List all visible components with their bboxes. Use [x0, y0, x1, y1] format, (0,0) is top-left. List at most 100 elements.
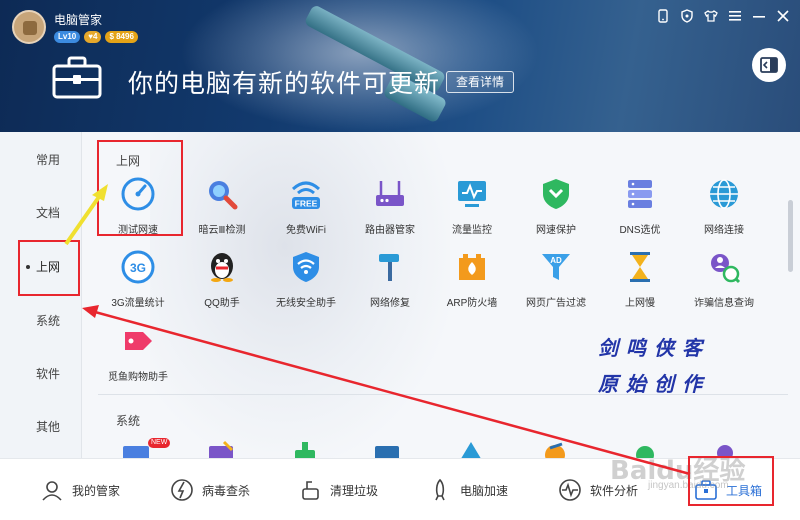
tool-label: 觅鱼购物助手: [108, 372, 168, 383]
tool-label: 暗云Ⅲ检测: [198, 225, 246, 236]
virus-scan-icon: [171, 479, 193, 501]
sidebar-toggle-button[interactable]: [752, 48, 786, 82]
highlight-box-toolbox: [688, 456, 774, 506]
server-icon: [628, 180, 652, 208]
hourglass-icon: [630, 252, 650, 282]
phone-icon[interactable]: [656, 8, 670, 24]
svg-text:AD: AD: [550, 256, 562, 265]
heart-badge[interactable]: ♥4: [84, 31, 102, 43]
magnifier-icon: [209, 181, 238, 210]
highlight-box-speed-test: [97, 140, 183, 236]
tool-label: 免费WiFi: [286, 225, 326, 236]
tool-ad-filter[interactable]: AD 网页广告过滤: [514, 250, 598, 314]
firewall-icon: [459, 254, 485, 280]
money-badge[interactable]: $ 8496: [105, 31, 138, 43]
close-icon[interactable]: [776, 8, 790, 24]
avatar-outline-icon: [42, 481, 62, 501]
system-tool-partial[interactable]: [206, 440, 236, 458]
tool-label: 流量监控: [452, 225, 492, 236]
scrollbar-thumb[interactable]: [788, 200, 793, 272]
signature-line-2: 原始创作: [598, 372, 710, 396]
view-details-button[interactable]: 查看详情: [446, 71, 515, 93]
broom-icon: [302, 481, 319, 500]
tool-network-repair[interactable]: 网络修复: [348, 250, 432, 314]
tool-label: 网速保护: [536, 225, 576, 236]
sidebar-item-other[interactable]: 其他: [0, 415, 82, 439]
sidebar-item-label: 系统: [36, 314, 61, 328]
tool-network-connection[interactable]: 网络连接: [682, 177, 766, 241]
wifi-shield-icon: [293, 252, 319, 282]
tool-traffic-monitor[interactable]: 流量监控: [430, 177, 514, 241]
rocket-icon: [435, 478, 445, 501]
tool-label: 无线安全助手: [276, 298, 336, 309]
app-title: 电脑管家: [54, 13, 103, 27]
nav-label: 清理垃圾: [330, 483, 379, 498]
tool-label: QQ助手: [204, 298, 240, 309]
ad-filter-icon: AD: [542, 254, 570, 280]
toolbox-icon: [52, 56, 102, 100]
tool-dark-cloud-check[interactable]: 暗云Ⅲ检测: [180, 177, 264, 241]
level-badge[interactable]: Lv10: [54, 31, 81, 43]
tool-3g-traffic[interactable]: 3G 3G流量统计: [96, 250, 180, 314]
system-tool-partial[interactable]: [456, 440, 486, 458]
user-avatar[interactable]: [12, 10, 46, 44]
header-banner: 电脑管家 Lv10 ♥4 $ 8496 你的电脑有新的软件可更新 查看详情: [0, 0, 800, 132]
free-wifi-icon: FREE: [291, 181, 321, 209]
nav-my-manager[interactable]: 我的管家: [40, 459, 120, 520]
nav-label: 电脑加速: [460, 483, 509, 498]
system-tool-partial[interactable]: NEW: [122, 438, 171, 458]
highlight-box-internet-category: [18, 240, 80, 296]
panel-collapse-icon: [760, 57, 778, 73]
tool-label: ARP防火墙: [446, 298, 498, 309]
sidebar-item-label: 软件: [36, 367, 61, 381]
system-tool-partial[interactable]: [290, 440, 320, 458]
tool-fraud-lookup[interactable]: 诈骗信息查询: [682, 250, 766, 314]
tool-arp-firewall[interactable]: ARP防火墙: [430, 250, 514, 314]
sidebar-item-software[interactable]: 软件: [0, 362, 82, 386]
tool-label: DNS选优: [619, 225, 661, 236]
signature-line-1: 剑鸣侠客: [598, 336, 710, 360]
skin-shirt-icon[interactable]: [704, 8, 718, 24]
nav-speed-up[interactable]: 电脑加速: [428, 459, 508, 520]
minimize-icon[interactable]: [752, 8, 766, 24]
svg-text:3G: 3G: [130, 261, 146, 275]
tool-label: 路由器管家: [365, 225, 415, 236]
section-divider: [98, 394, 788, 395]
fraud-search-icon: [711, 254, 741, 284]
globe-icon: [710, 179, 738, 209]
sidebar-item-common[interactable]: 常用: [0, 148, 82, 172]
update-headline: 你的电脑有新的软件可更新: [128, 70, 441, 98]
shield-icon: [543, 179, 569, 209]
shield-icon[interactable]: [680, 8, 694, 24]
tool-label: 网络连接: [704, 225, 744, 236]
nav-label: 我的管家: [72, 483, 121, 498]
user-badges: Lv10 ♥4 $ 8496: [54, 31, 138, 43]
router-icon: [376, 181, 404, 206]
tool-speed-protection[interactable]: 网速保护: [514, 177, 598, 241]
tool-shopping-assistant[interactable]: 觅鱼购物助手: [96, 324, 180, 388]
nav-virus-scan[interactable]: 病毒查杀: [170, 459, 250, 520]
tool-label: 网页广告过滤: [526, 298, 586, 309]
sidebar-item-label: 其他: [36, 420, 61, 434]
tool-router-manager[interactable]: 路由器管家: [348, 177, 432, 241]
nav-label: 病毒查杀: [202, 483, 251, 498]
monitor-icon: [458, 181, 486, 207]
svg-text:FREE: FREE: [295, 199, 318, 209]
system-tool-partial[interactable]: [540, 440, 570, 458]
qq-penguin-icon: [211, 253, 233, 282]
tool-wireless-security[interactable]: 无线安全助手: [264, 250, 348, 314]
tool-label: 网络修复: [370, 298, 410, 309]
sidebar-item-system[interactable]: 系统: [0, 309, 82, 333]
system-tool-partial[interactable]: [372, 440, 402, 458]
menu-icon[interactable]: [728, 8, 742, 24]
hammer-icon: [379, 254, 399, 281]
tool-label: 上网慢: [625, 298, 655, 309]
shopping-tag-icon: [125, 332, 152, 350]
tool-free-wifi[interactable]: FREE 免费WiFi: [264, 177, 348, 241]
nav-clean-junk[interactable]: 清理垃圾: [298, 459, 378, 520]
sidebar-item-documents[interactable]: 文档: [0, 201, 82, 225]
tool-dns-optimize[interactable]: DNS选优: [598, 177, 682, 241]
tool-qq-assistant[interactable]: QQ助手: [180, 250, 264, 314]
window-controls: [656, 8, 790, 24]
tool-slow-internet[interactable]: 上网慢: [598, 250, 682, 314]
